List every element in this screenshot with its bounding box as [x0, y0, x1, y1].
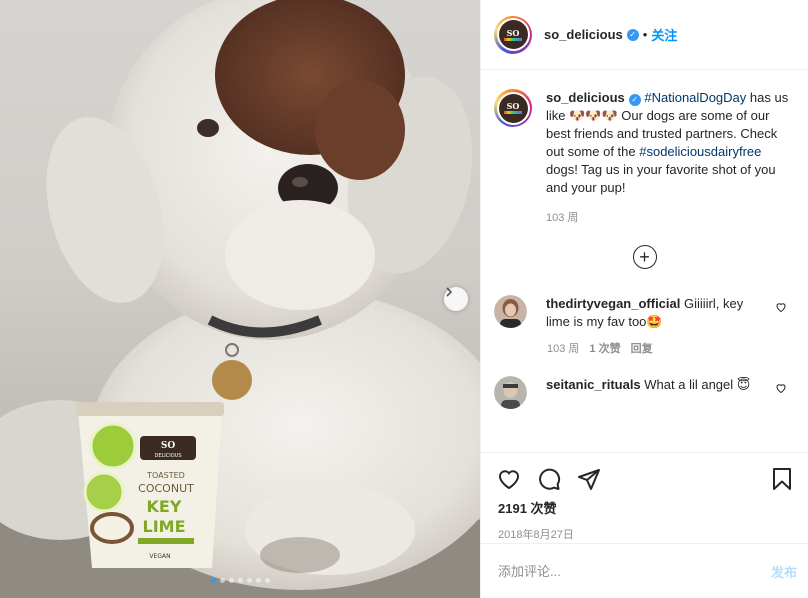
container-badge: VEGAN [149, 553, 170, 560]
carousel-dot [264, 578, 270, 583]
caption-time[interactable]: 103 周 [546, 209, 795, 225]
container-brand-sub: DELICIOUS [154, 453, 181, 459]
caption: SO so_delicious ✓ #NationalDogDay has us … [494, 89, 795, 197]
comment-username[interactable]: seitanic_rituals [546, 377, 641, 392]
chevron-right-icon [446, 287, 453, 297]
hashtag-link[interactable]: #NationalDogDay [644, 90, 746, 105]
carousel-next-button[interactable] [444, 287, 468, 311]
commenter-avatar[interactable] [494, 376, 527, 409]
container-brand: SO [161, 441, 175, 451]
follow-button[interactable]: 关注 [651, 25, 677, 44]
so-delicious-logo: SO [498, 20, 528, 49]
verified-badge-icon: ✓ [628, 94, 641, 106]
likes-count[interactable]: 2191 次赞 [481, 498, 808, 517]
caption-avatar[interactable]: SO [494, 89, 532, 127]
avatar-text: SO [506, 101, 520, 111]
commenter-avatar[interactable] [494, 295, 527, 328]
post-date[interactable]: 2018年8月27日 [481, 526, 808, 542]
share-paper-plane-icon[interactable] [577, 467, 601, 491]
reply-button[interactable]: 回复 [631, 340, 653, 356]
like-heart-icon[interactable] [497, 467, 521, 491]
header-separator: • [642, 27, 648, 42]
hashtag-link[interactable]: #sodeliciousdairyfree [639, 144, 761, 159]
so-delicious-logo: SO [498, 93, 528, 123]
load-more-comments-button[interactable]: + [632, 245, 657, 269]
bookmark-save-icon[interactable] [771, 467, 793, 491]
comment-item: thedirtyvegan_official Giiiiirl, key lim… [494, 295, 795, 331]
like-comment-heart-icon[interactable] [775, 301, 787, 316]
comments-section[interactable]: SO so_delicious ✓ #NationalDogDay has us … [481, 71, 808, 451]
comment-meta: 103 周 1 次赞 回复 [547, 340, 795, 356]
comment-likes[interactable]: 1 次赞 [589, 340, 620, 356]
post-header: SO so_delicious ✓ • 关注 [481, 0, 808, 70]
like-comment-heart-icon[interactable] [775, 382, 787, 397]
carousel-dot [228, 578, 234, 583]
post-comment-button[interactable]: 发布 [771, 562, 797, 581]
carousel-dot [210, 578, 216, 583]
caption-body: dogs! Tag us in your favorite shot of yo… [546, 162, 776, 195]
caption-text: so_delicious ✓ #NationalDogDay has us lik… [546, 89, 794, 197]
caption-username[interactable]: so_delicious [546, 90, 625, 105]
post-side-panel: SO so_delicious ✓ • 关注 SO so_delicious✓ [480, 0, 808, 598]
carousel-dot [255, 578, 261, 583]
comment-input[interactable] [498, 563, 771, 579]
comment-item: seitanic_rituals What a lil angel 😇 [494, 376, 795, 409]
add-comment-bar: 发布 [481, 543, 808, 598]
dog-photo-illustration: SO DELICIOUS TOASTED COCONUT KEY LIME VE… [0, 0, 480, 598]
container-line1: TOASTED [146, 471, 185, 480]
key-lime-container: SO DELICIOUS TOASTED COCONUT KEY LIME VE… [76, 402, 224, 568]
avatar[interactable]: SO [494, 15, 532, 54]
comment-text: What a lil angel 😇 [640, 377, 751, 392]
verified-badge-icon: ✓ [626, 28, 639, 41]
plus-circle-icon: + [639, 247, 650, 267]
avatar-text: SO [506, 27, 520, 38]
carousel-dot [237, 578, 243, 583]
carousel-dot [246, 578, 252, 583]
comment-time[interactable]: 103 周 [547, 340, 579, 356]
post-image[interactable]: SO DELICIOUS TOASTED COCONUT KEY LIME VE… [0, 0, 480, 598]
container-flavor2: LIME [143, 517, 186, 536]
carousel-indicator [0, 578, 480, 583]
container-flavor1: KEY [147, 497, 182, 516]
comment-bubble-icon[interactable] [537, 467, 561, 491]
action-icons [481, 453, 808, 497]
header-username[interactable]: so_delicious [544, 27, 623, 42]
container-line2: COCONUT [138, 482, 194, 495]
carousel-dot [219, 578, 225, 583]
comment-username[interactable]: thedirtyvegan_official [546, 296, 680, 311]
